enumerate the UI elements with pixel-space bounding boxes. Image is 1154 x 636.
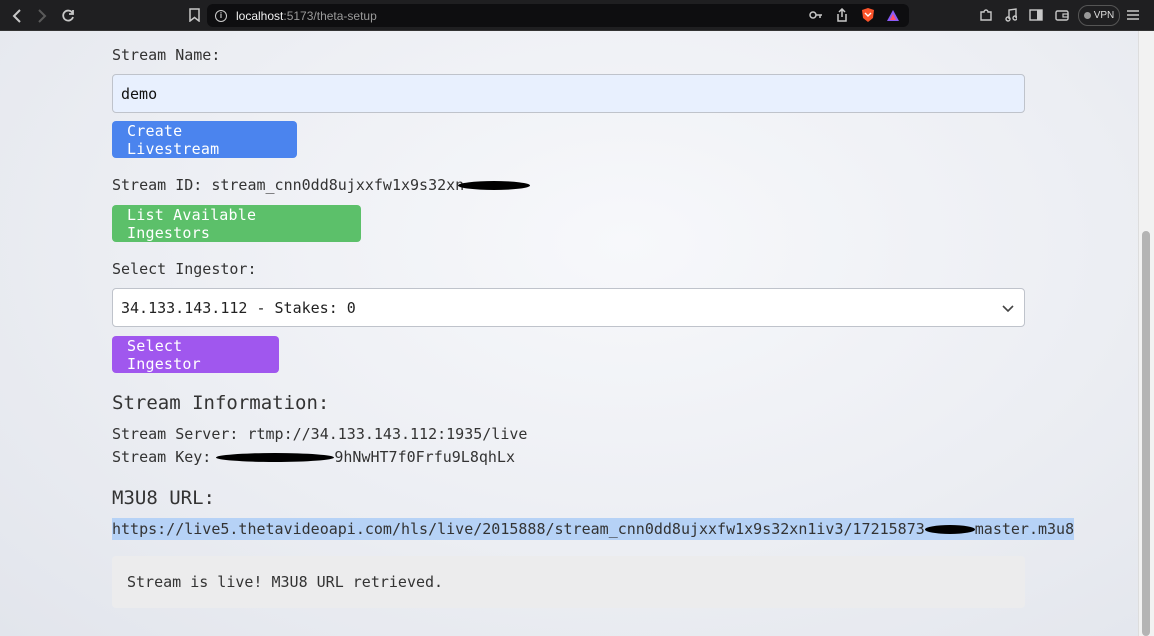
status-message: Stream is live! M3U8 URL retrieved. [127,573,444,591]
page-viewport: Stream Name: demo Create Livestream Stre… [0,31,1138,636]
back-button[interactable] [7,6,27,26]
stream-name-value: demo [121,84,158,103]
hamburger-menu-icon [1127,10,1139,20]
ingestor-selected-value: 34.133.143.112 - Stakes: 0 [121,298,356,317]
select-ingestor-label: Select Ingestor: [112,260,257,278]
stream-key-label: Stream Key: [112,448,212,466]
list-ingestors-button[interactable]: List Available Ingestors [112,205,361,242]
forward-button[interactable] [32,6,52,26]
bookmark-button[interactable] [186,7,202,23]
extensions-button[interactable] [978,7,994,23]
stream-key-text: Stream Key: 9hNwHT7f0Frfu9L8qhLx [112,448,515,466]
share-icon[interactable] [834,7,850,23]
media-button[interactable] [1003,7,1019,23]
redaction-mark [216,453,335,462]
sidebar-toggle-button[interactable] [1028,7,1044,23]
wallet-icon [1055,10,1069,21]
browser-toolbar: i localhost:5173/theta-setup VPN [0,0,1154,31]
create-livestream-button[interactable]: Create Livestream [112,121,297,158]
vpn-button[interactable]: VPN [1078,5,1120,26]
select-ingestor-button[interactable]: Select Ingestor [112,336,279,373]
chevron-right-icon [38,9,47,23]
brave-shield-icon[interactable] [860,7,876,23]
wallet-button[interactable] [1054,7,1070,23]
stream-key-value: 9hNwHT7f0Frfu9L8qhLx [334,448,515,466]
reload-icon [62,9,74,22]
puzzle-icon [980,9,992,21]
address-bar[interactable]: i localhost:5173/theta-setup [207,4,909,27]
url-host: localhost [236,8,284,23]
key-icon[interactable] [808,7,824,23]
status-message-box: Stream is live! M3U8 URL retrieved. [112,556,1025,608]
menu-button[interactable] [1125,7,1141,23]
ingestor-select[interactable]: 34.133.143.112 - Stakes: 0 [112,288,1025,327]
chevron-left-icon [12,9,21,23]
stream-id-value: Stream ID: stream_cnn0dd8ujxxfw1x9s32xn [112,176,465,194]
redaction-mark [458,181,531,190]
stream-id-text: Stream ID: stream_cnn0dd8ujxxfw1x9s32xn [112,176,531,194]
brave-rewards-icon[interactable] [885,7,901,23]
chevron-down-icon [1002,304,1014,312]
music-note-icon [1005,8,1017,22]
info-icon[interactable]: i [215,9,227,22]
vpn-label: VPN [1093,10,1115,21]
reload-button[interactable] [58,6,78,26]
stream-name-label: Stream Name: [112,46,221,64]
m3u8-url-suffix: master.m3u8 [974,520,1075,538]
sidebar-icon [1029,9,1043,21]
m3u8-url-prefix: https://live5.thetavideoapi.com/hls/live… [112,520,925,538]
stream-name-input[interactable]: demo [112,74,1025,113]
m3u8-url-text[interactable]: https://live5.thetavideoapi.com/hls/live… [112,518,1075,540]
url-path: :5173/theta-setup [283,8,377,23]
m3u8-url-heading: M3U8 URL: [112,487,215,509]
page-scrollbar[interactable] [1138,31,1154,636]
stream-server-text: Stream Server: rtmp://34.133.143.112:193… [112,425,528,443]
bookmark-icon [188,8,200,22]
vpn-status-icon [1083,12,1091,19]
scrollbar-thumb[interactable] [1142,231,1150,636]
redaction-mark [924,525,975,534]
stream-information-heading: Stream Information: [112,392,330,414]
